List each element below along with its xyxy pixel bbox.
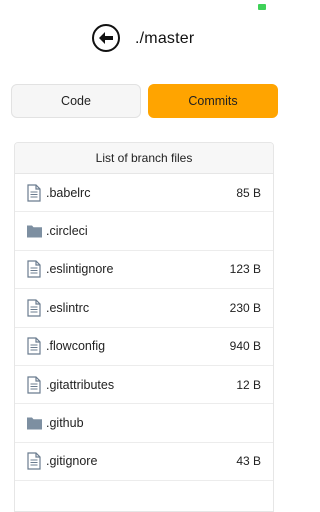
list-item[interactable]: .flowconfig 940 B xyxy=(15,328,273,366)
branch-files-list: List of branch files .babelrc 85 B .circle… xyxy=(14,142,274,512)
file-size: 230 B xyxy=(229,300,261,315)
folder-icon xyxy=(26,416,42,431)
list-item[interactable]: .gitignore 43 B xyxy=(15,443,273,482)
list-item[interactable]: .gitattributes 12 B xyxy=(15,366,273,405)
tab-code[interactable]: Code xyxy=(11,84,141,118)
status-bar xyxy=(0,0,288,14)
file-name: .flowconfig xyxy=(46,339,106,354)
file-icon xyxy=(26,184,42,202)
list-item[interactable]: .circleci xyxy=(15,212,273,251)
file-name: .circleci xyxy=(46,224,88,239)
file-size: 940 B xyxy=(229,339,261,354)
list-item[interactable]: .eslintignore 123 B xyxy=(15,251,273,290)
file-name: .github xyxy=(46,416,84,431)
tab-bar: Code Commits xyxy=(11,84,278,118)
file-name: .eslintignore xyxy=(46,262,114,277)
list-item[interactable]: .babelrc 85 B xyxy=(15,174,273,213)
file-icon xyxy=(26,260,42,279)
list-heading: List of branch files xyxy=(15,143,273,174)
file-size: 123 B xyxy=(229,262,261,277)
page-title: ./master xyxy=(135,30,195,47)
file-size: 43 B xyxy=(236,454,261,469)
file-icon xyxy=(26,452,42,471)
file-name: .babelrc xyxy=(46,185,91,200)
back-button[interactable] xyxy=(92,24,120,52)
folder-icon xyxy=(26,224,42,239)
file-icon xyxy=(26,299,42,317)
file-name: .gitignore xyxy=(46,454,98,469)
header: ./master xyxy=(0,20,288,60)
list-item[interactable]: .github xyxy=(15,404,273,443)
arrow-left-icon xyxy=(99,32,113,44)
file-size: 85 B xyxy=(236,185,261,200)
list-item[interactable]: .eslintrc 230 B xyxy=(15,289,273,328)
file-icon xyxy=(26,376,42,394)
file-size: 12 B xyxy=(236,377,261,392)
tab-commits[interactable]: Commits xyxy=(148,84,278,118)
battery-icon xyxy=(258,4,266,10)
file-icon xyxy=(26,337,42,355)
file-name: .gitattributes xyxy=(46,377,115,392)
file-name: .eslintrc xyxy=(46,300,90,315)
